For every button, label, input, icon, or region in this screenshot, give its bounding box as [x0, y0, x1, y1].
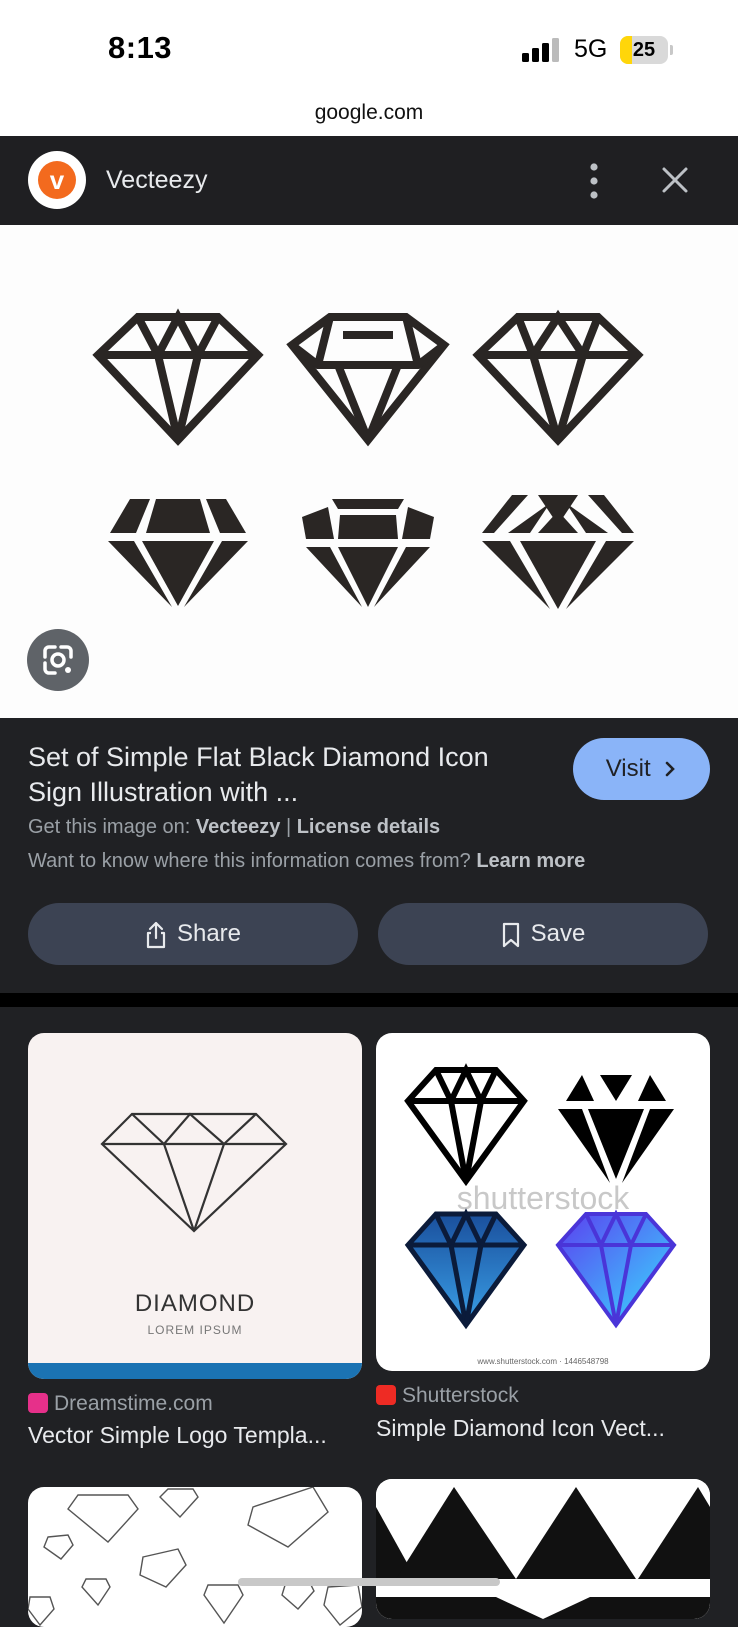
related-image-3[interactable]	[28, 1487, 362, 1627]
bookmark-icon	[502, 922, 519, 947]
lens-icon	[43, 645, 73, 675]
image-title[interactable]: Set of Simple Flat Black Diamond Icon Si…	[28, 740, 548, 810]
more-options-icon[interactable]	[574, 158, 614, 204]
vecteezy-logo-icon[interactable]: v	[28, 151, 86, 209]
signal-icon	[522, 38, 559, 62]
diamond-closeup-image	[376, 1479, 710, 1619]
section-divider	[0, 993, 738, 1007]
source-link[interactable]: Vecteezy	[196, 816, 281, 838]
site-name[interactable]: Vecteezy	[106, 166, 207, 195]
network-label: 5G	[574, 35, 608, 63]
source-name: Shutterstock	[402, 1384, 519, 1407]
battery-tip	[670, 45, 673, 55]
diamond-outline-icon	[92, 308, 264, 446]
diamond-outline-icon	[286, 313, 450, 447]
dreamstime-favicon-icon	[28, 1393, 48, 1413]
visit-label: Visit	[605, 755, 651, 782]
related-source-2[interactable]: Shutterstock	[376, 1384, 519, 1408]
related-caption-2[interactable]: Simple Diamond Icon Vect...	[376, 1415, 710, 1442]
related-image-4[interactable]	[376, 1479, 710, 1619]
image-subtext: LOREM IPSUM	[147, 1323, 243, 1337]
related-image-2[interactable]: shutterstock www.shutterstock.com · 1446…	[376, 1033, 710, 1371]
preview-image[interactable]	[0, 225, 738, 718]
diamond-outline-icon	[472, 309, 644, 446]
learn-more-link[interactable]: Learn more	[476, 850, 585, 872]
share-icon	[146, 921, 166, 948]
url-domain: google.com	[314, 101, 424, 124]
image-text: DIAMOND	[134, 1290, 256, 1317]
home-indicator[interactable]	[238, 1578, 500, 1586]
url-bar[interactable]: google.com	[0, 96, 738, 136]
chevron-right-icon	[665, 761, 676, 777]
source-name: Dreamstime.com	[54, 1392, 213, 1415]
viewer-header: v Vecteezy	[0, 136, 738, 225]
battery-icon: 25	[620, 36, 668, 64]
license-details-link[interactable]: License details	[297, 816, 440, 838]
image-details-panel: Set of Simple Flat Black Diamond Icon Si…	[0, 718, 738, 993]
image-id: www.shutterstock.com · 1446548798	[477, 1357, 609, 1366]
google-lens-button[interactable]	[27, 629, 89, 691]
related-images-grid: DIAMOND LOREM IPSUM Dreamstime.com Vecto…	[0, 1007, 738, 1627]
related-caption-1[interactable]: Vector Simple Logo Templa...	[28, 1422, 362, 1449]
diamond-solid-icon	[108, 499, 248, 607]
info-question: Want to know where this information come…	[28, 850, 471, 872]
info-question-line: Want to know where this information come…	[28, 850, 585, 873]
battery-level: 25	[632, 39, 656, 61]
get-image-prefix: Get this image on:	[28, 816, 191, 838]
diamond-pattern-image	[28, 1487, 362, 1627]
related-source-1[interactable]: Dreamstime.com	[28, 1392, 213, 1416]
shutterstock-watermark: shutterstock	[457, 1180, 631, 1216]
visit-button[interactable]: Visit	[573, 738, 710, 800]
status-time: 8:13	[108, 30, 173, 65]
separator: |	[285, 816, 292, 838]
diamond-solid-icon	[302, 499, 434, 607]
status-bar: 8:13 5G 25	[0, 0, 738, 96]
share-button[interactable]: Share	[28, 903, 358, 965]
diamond-icons-illustration	[92, 308, 644, 609]
image-source-line: Get this image on: Vecteezy | License de…	[28, 816, 440, 839]
share-label: Share	[176, 920, 242, 947]
save-label: Save	[530, 920, 586, 947]
close-icon[interactable]	[655, 160, 695, 200]
diamond-icons-image: shutterstock	[404, 1063, 677, 1330]
save-button[interactable]: Save	[378, 903, 708, 965]
shutterstock-favicon-icon	[376, 1385, 396, 1405]
diamond-solid-icon	[482, 495, 634, 609]
related-image-1[interactable]: DIAMOND LOREM IPSUM	[28, 1033, 362, 1379]
